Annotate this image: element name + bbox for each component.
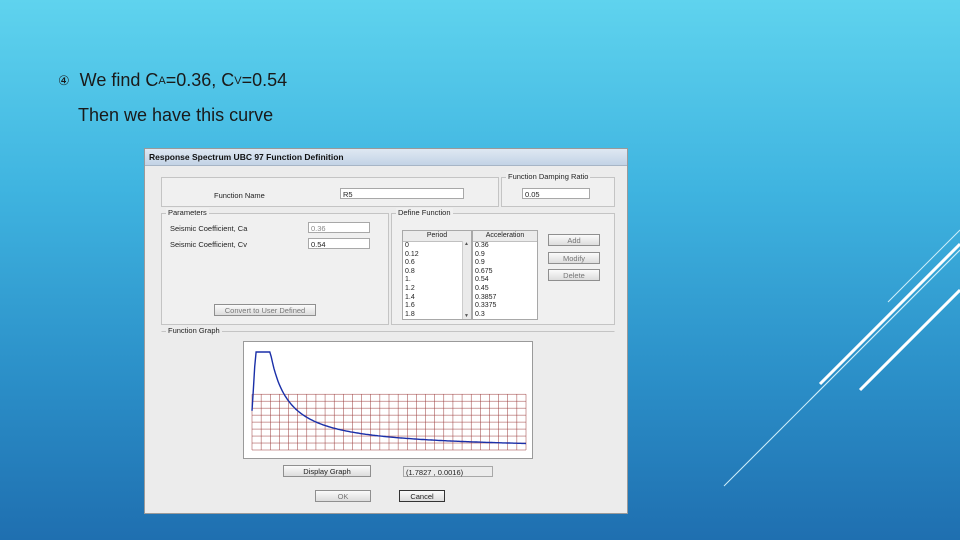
cv-subscript: V — [234, 74, 242, 87]
accel-row[interactable]: 0.54 — [473, 276, 537, 285]
acceleration-list[interactable]: Acceleration 0.36 0.9 0.9 0.675 0.54 0.4… — [472, 230, 538, 320]
dialog-title: Response Spectrum UBC 97 Function Defini… — [145, 149, 627, 166]
accel-row[interactable]: 0.675 — [473, 268, 537, 277]
accel-row[interactable]: 0.3375 — [473, 302, 537, 311]
scroll-down-icon[interactable]: ▼ — [464, 313, 469, 319]
period-row[interactable]: 1.4 — [403, 294, 471, 303]
bullet-line: ④ We find C A =0.36, C V =0.54 — [58, 70, 287, 91]
damping-input[interactable]: 0.05 — [522, 188, 590, 199]
function-name-input[interactable]: R5 — [340, 188, 464, 199]
accel-row[interactable]: 0.45 — [473, 285, 537, 294]
period-row[interactable]: 1. — [403, 276, 471, 285]
period-rows: 0 0.12 0.6 0.8 1. 1.2 1.4 1.6 1.8 — [403, 242, 471, 319]
period-scrollbar[interactable]: ▲ ▼ — [462, 241, 471, 319]
period-header: Period — [403, 231, 471, 242]
line1-prefix: We find C — [79, 70, 159, 90]
accel-row[interactable]: 0.3857 — [473, 294, 537, 303]
acceleration-header: Acceleration — [473, 231, 537, 242]
period-row[interactable]: 0.8 — [403, 268, 471, 277]
modify-button[interactable]: Modify — [548, 252, 600, 264]
line1-mid: =0.36, C — [165, 70, 235, 90]
period-list[interactable]: Period 0 0.12 0.6 0.8 1. 1.2 1.4 1.6 1.8… — [402, 230, 472, 320]
damping-panel: Function Damping Ratio 0.05 — [501, 172, 615, 207]
graph-canvas — [251, 351, 527, 451]
display-graph-button[interactable]: Display Graph — [283, 465, 371, 477]
accel-row[interactable]: 0.36 — [473, 242, 537, 251]
cancel-button[interactable]: Cancel — [399, 490, 445, 502]
parameters-panel: Parameters Seismic Coefficient, Ca 0.36 … — [161, 208, 389, 325]
delete-button[interactable]: Delete — [548, 269, 600, 281]
period-row[interactable]: 0.12 — [403, 251, 471, 260]
response-spectrum-dialog: Response Spectrum UBC 97 Function Defini… — [144, 148, 628, 514]
bullet-icon: ④ — [58, 72, 70, 88]
add-button[interactable]: Add — [548, 234, 600, 246]
ca-subscript: A — [158, 74, 166, 87]
function-graph-legend: Function Graph — [166, 326, 222, 335]
damping-legend: Function Damping Ratio — [506, 172, 591, 181]
period-row[interactable]: 0.6 — [403, 259, 471, 268]
function-name-panel: Function Name R5 — [161, 177, 499, 207]
accel-row[interactable]: 0.9 — [473, 259, 537, 268]
convert-to-user-defined-button[interactable]: Convert to User Defined — [214, 304, 316, 316]
scroll-up-icon[interactable]: ▲ — [464, 241, 469, 247]
ok-button[interactable]: OK — [315, 490, 371, 502]
define-function-panel: Define Function Period 0 0.12 0.6 0.8 1.… — [391, 208, 615, 325]
cv-label: Seismic Coefficient, Cv — [170, 240, 247, 249]
period-row[interactable]: 1.6 — [403, 302, 471, 311]
accel-row[interactable]: 0.3 — [473, 311, 537, 319]
define-function-legend: Define Function — [396, 208, 453, 217]
coordinate-readout: (1.7827 , 0.0016) — [403, 466, 493, 477]
accel-row[interactable]: 0.9 — [473, 251, 537, 260]
line2-text: Then we have this curve — [78, 105, 274, 125]
ca-input[interactable]: 0.36 — [308, 222, 370, 233]
function-graph — [243, 341, 533, 459]
period-row[interactable]: 0 — [403, 242, 471, 251]
period-row[interactable]: 1.8 — [403, 311, 471, 319]
cv-input[interactable]: 0.54 — [308, 238, 370, 249]
accel-rows: 0.36 0.9 0.9 0.675 0.54 0.45 0.3857 0.33… — [473, 242, 537, 319]
parameters-legend: Parameters — [166, 208, 209, 217]
function-name-label: Function Name — [214, 191, 265, 200]
period-row[interactable]: 1.2 — [403, 285, 471, 294]
line1-suffix: =0.54 — [241, 70, 288, 90]
ca-label: Seismic Coefficient, Ca — [170, 224, 248, 233]
